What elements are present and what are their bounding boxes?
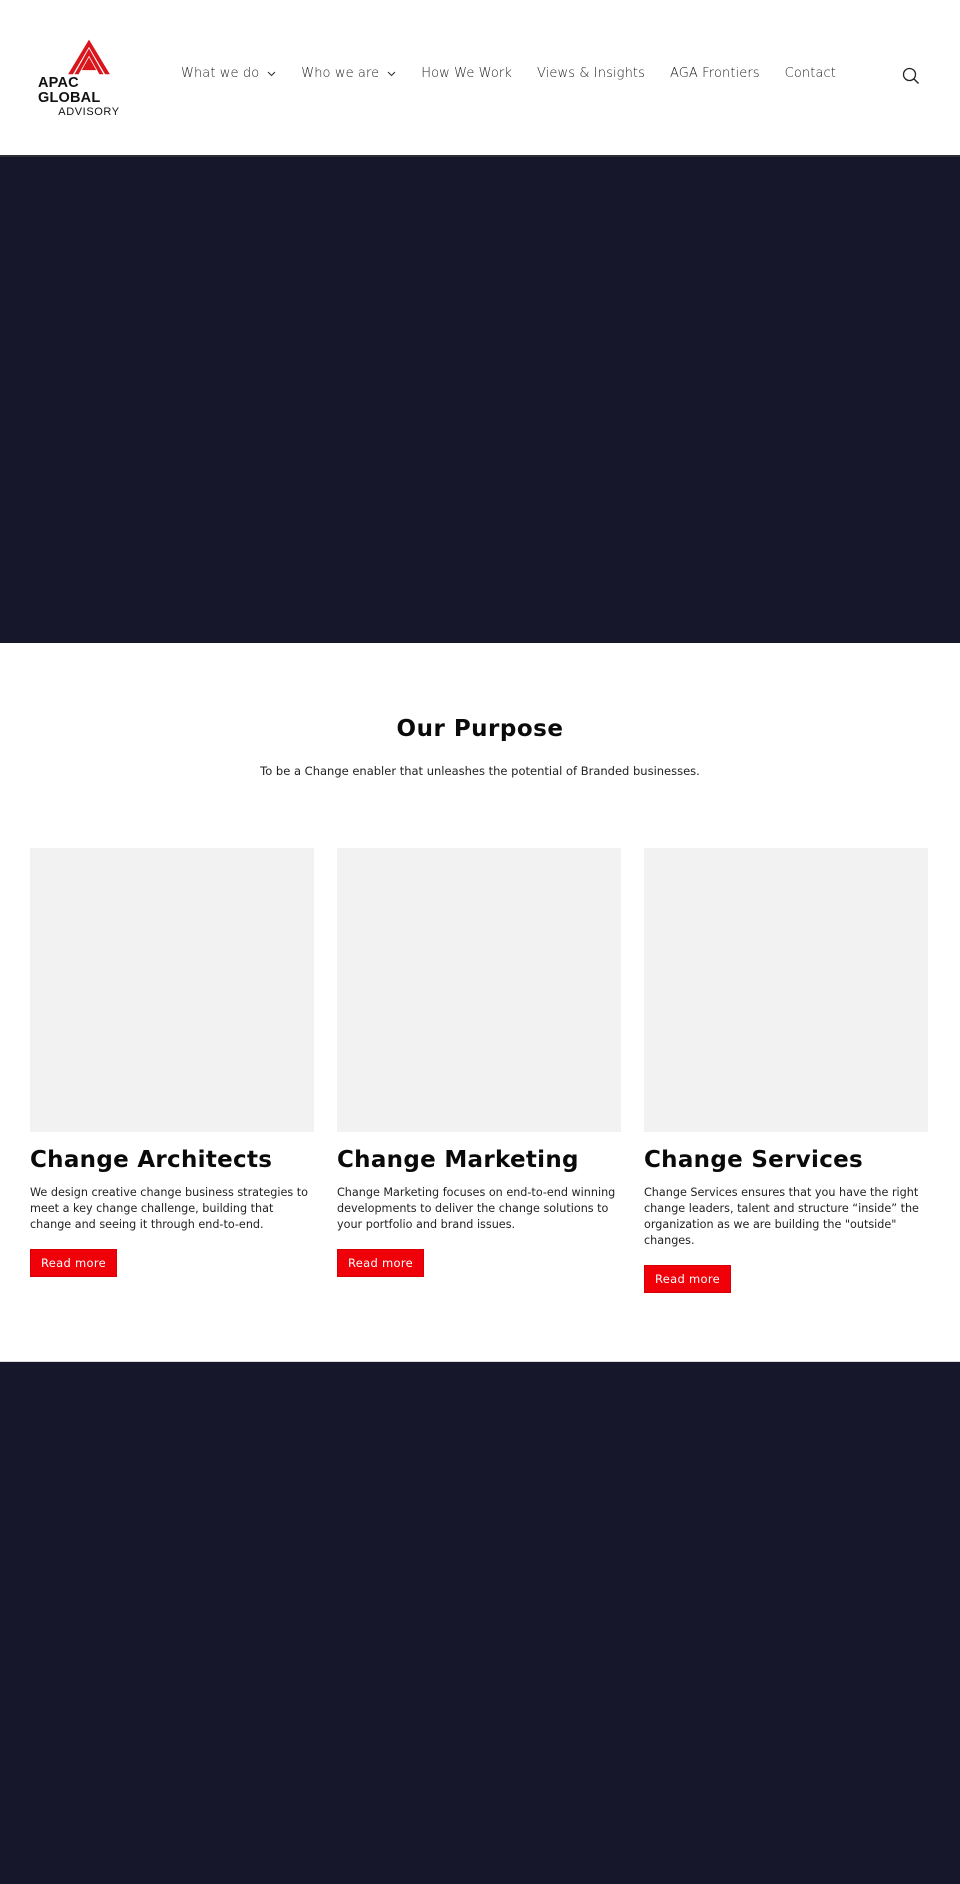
card-text: We design creative change business strat… <box>30 1186 309 1231</box>
nav-label: Contact <box>784 66 836 81</box>
nav-item-how-we-work[interactable]: How We Work <box>421 66 512 81</box>
site-header: APAC GLOBAL ADVISORY What we do Who we a… <box>0 0 960 155</box>
purpose-title: Our Purpose <box>396 716 564 742</box>
nav-item-views-insights[interactable]: Views & Insights <box>537 66 645 81</box>
read-more-button[interactable]: Read more <box>644 1265 732 1293</box>
card-title: Change Marketing <box>337 1147 579 1173</box>
card-change-marketing: Change Marketing Change Marketing focuse… <box>337 848 621 1361</box>
nav-item-what-we-do[interactable]: What we do <box>181 66 276 81</box>
read-more-button[interactable]: Read more <box>30 1249 118 1277</box>
nav-label: Views & Insights <box>536 66 645 81</box>
logo[interactable]: APAC GLOBAL ADVISORY <box>38 38 140 118</box>
card-image <box>337 848 621 1132</box>
nav-label: Who we are <box>301 66 380 81</box>
nav-item-contact[interactable]: Contact <box>785 66 836 81</box>
logo-line-2: ADVISORY <box>58 106 120 118</box>
card-text: Change Services ensures that you have th… <box>644 1186 919 1247</box>
dark-band-section <box>0 1361 960 1884</box>
nav-item-who-we-are[interactable]: Who we are <box>301 66 396 81</box>
nav-label: AGA Frontiers <box>669 66 760 81</box>
card-image <box>30 848 314 1132</box>
card-change-services: Change Services Change Services ensures … <box>644 848 928 1361</box>
card-change-architects: Change Architects We design creative cha… <box>30 848 314 1361</box>
purpose-section: Our Purpose To be a Change enabler that … <box>0 643 960 848</box>
card-text: Change Marketing focuses on end-to-end w… <box>337 1186 616 1231</box>
search-icon[interactable] <box>902 67 920 85</box>
card-title: Change Architects <box>30 1147 273 1173</box>
services-cards: Change Architects We design creative cha… <box>0 848 960 1361</box>
nav-item-aga-frontiers[interactable]: AGA Frontiers <box>670 66 760 81</box>
read-more-button[interactable]: Read more <box>337 1249 425 1277</box>
logo-line-1: APAC GLOBAL <box>38 75 101 106</box>
card-title: Change Services <box>644 1147 864 1173</box>
purpose-text: To be a Change enabler that unleashes th… <box>260 764 700 778</box>
chevron-down-icon <box>267 66 276 81</box>
chevron-down-icon <box>387 66 396 81</box>
triangle-chevron-logo-icon <box>68 39 110 75</box>
main-nav: What we do Who we are How We Work Views … <box>181 66 861 81</box>
nav-label: What we do <box>181 66 260 81</box>
card-image <box>644 848 928 1132</box>
hero-banner <box>0 155 960 643</box>
nav-label: How We Work <box>421 66 512 81</box>
